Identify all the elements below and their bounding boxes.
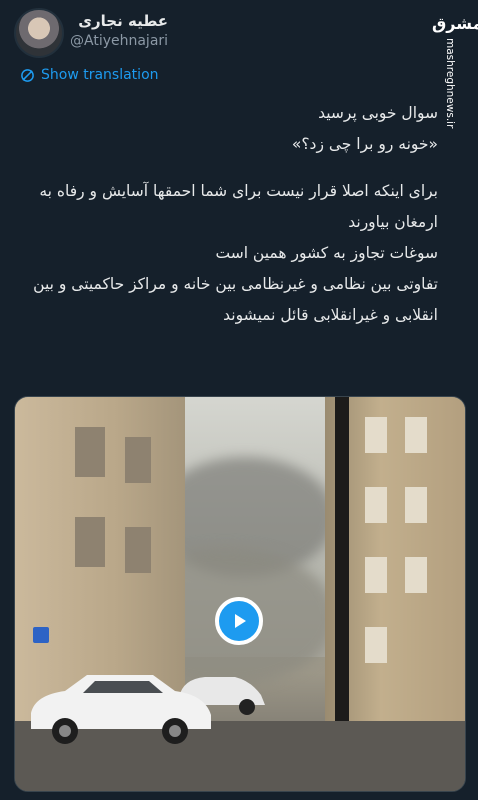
tweet-line: سوال خوبی پرسید: [318, 104, 438, 122]
author-names[interactable]: عطیه نجاری @Atiyehnajari: [70, 11, 168, 51]
road-sign: [33, 627, 49, 643]
handle[interactable]: @Atiyehnajari: [70, 31, 168, 51]
play-button[interactable]: [215, 597, 263, 645]
watermark-logo: مشرق: [432, 10, 478, 38]
translate-icon: [21, 68, 34, 82]
tweet-header: عطیه نجاری @Atiyehnajari: [14, 8, 464, 60]
tweet-text: سوال خوبی پرسید «خونه رو برا چی زد؟» برا…: [14, 98, 438, 331]
watermark-site: mashreghnews.ir: [444, 38, 456, 129]
car: [31, 675, 211, 744]
tweet-line: تفاوتی بین نظامی و غیرنظامی بین خانه و م…: [33, 275, 438, 324]
tweet-line: برای اینکه اصلا قرار نیست برای شما احمقه…: [39, 182, 438, 231]
tweet-line: «خونه رو برا چی زد؟»: [291, 135, 438, 153]
video-thumbnail[interactable]: [14, 396, 466, 792]
display-name[interactable]: عطیه نجاری: [70, 11, 168, 31]
show-translation-link[interactable]: Show translation: [20, 66, 159, 84]
tweet-line: سوغات تجاوز به کشور همین است: [215, 244, 438, 262]
play-icon: [235, 614, 246, 628]
show-translation-label[interactable]: Show translation: [41, 67, 159, 83]
avatar[interactable]: [14, 8, 64, 58]
